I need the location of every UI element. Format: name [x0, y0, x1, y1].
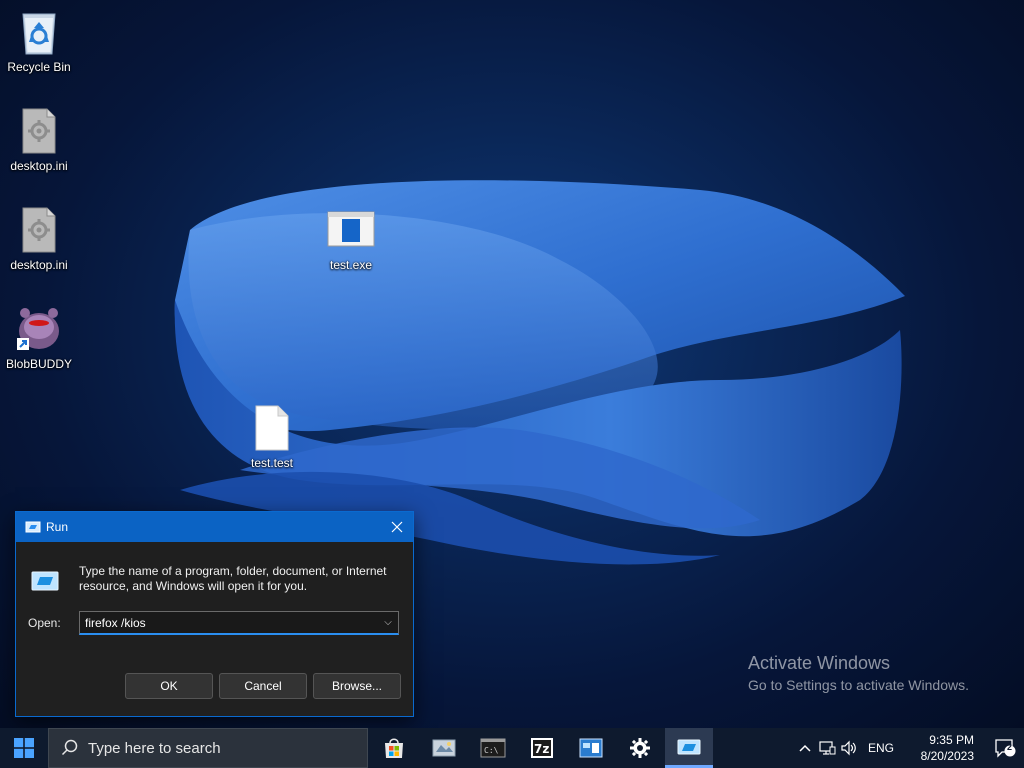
- close-button[interactable]: [381, 512, 413, 542]
- desktop-icon-test-exe[interactable]: test.exe: [313, 206, 389, 272]
- taskbar-app-run[interactable]: [665, 728, 713, 768]
- run-icon: [25, 521, 41, 533]
- desktop-icon-label: Recycle Bin: [7, 60, 71, 74]
- control-panel-icon: [579, 738, 603, 758]
- run-description: Type the name of a program, folder, docu…: [79, 564, 387, 593]
- browse-button[interactable]: Browse...: [313, 673, 401, 699]
- run-icon: [677, 739, 701, 754]
- 7zip-icon: 7z: [531, 738, 553, 758]
- taskbar-app-7zip[interactable]: 7z: [518, 728, 566, 768]
- desktop-icon-label: desktop.ini: [10, 258, 68, 272]
- settings-icon: [630, 738, 650, 758]
- system-tray: ENG 9:35 PM 8/20/2023 2: [794, 728, 1024, 768]
- desktop-icon-desktop-ini-1[interactable]: desktop.ini: [1, 107, 77, 173]
- taskbar-app-settings[interactable]: [616, 728, 664, 768]
- taskbar-app-store[interactable]: [370, 728, 418, 768]
- desktop-icon-desktop-ini-2[interactable]: desktop.ini: [1, 206, 77, 272]
- store-icon: [385, 738, 403, 758]
- dropdown-button[interactable]: ⌵: [378, 612, 398, 633]
- notification-icon: [995, 739, 1016, 758]
- desktop-icon-label: BlobBUDDY: [5, 357, 73, 371]
- desktop-icon-label: test.test: [250, 456, 294, 470]
- desktop-icon-label: desktop.ini: [10, 159, 68, 173]
- run-titlebar[interactable]: Run: [16, 512, 413, 542]
- activate-subtitle: Go to Settings to activate Windows.: [748, 677, 969, 693]
- input-language-indicator[interactable]: ENG: [868, 741, 894, 755]
- desktop-icon-blobbuddy[interactable]: BlobBUDDY: [1, 305, 77, 371]
- blobbuddy-shortcut-icon: [15, 305, 63, 353]
- windows-logo-icon: [14, 738, 34, 758]
- taskbar: Type here to search C:\ 7z ENG 9:35 PM 8…: [0, 728, 1024, 768]
- taskbar-app-cmd[interactable]: C:\: [469, 728, 517, 768]
- show-hidden-icons-button[interactable]: [794, 728, 816, 768]
- cancel-button[interactable]: Cancel: [219, 673, 307, 699]
- activate-title: Activate Windows: [748, 653, 891, 673]
- taskbar-clock[interactable]: 9:35 PM 8/20/2023: [904, 732, 974, 764]
- close-icon: [391, 521, 403, 533]
- action-center-button[interactable]: 2: [986, 728, 1024, 768]
- run-dialog: Run Type the name of a program, folder, …: [15, 511, 414, 717]
- run-program-icon: [31, 571, 59, 591]
- network-icon: [819, 741, 836, 755]
- notification-count: 2: [1007, 742, 1013, 752]
- search-icon: [61, 739, 78, 756]
- desktop-icon-test-test[interactable]: test.test: [234, 404, 310, 470]
- blank-file-icon: [248, 404, 296, 452]
- desktop-icon-label: test.exe: [329, 258, 373, 272]
- open-label: Open:: [28, 616, 61, 630]
- settings-file-icon: [15, 107, 63, 155]
- ok-button[interactable]: OK: [125, 673, 213, 699]
- file-explorer-icon: [432, 739, 456, 757]
- taskbar-app-explorer[interactable]: [420, 728, 468, 768]
- network-button[interactable]: [816, 728, 838, 768]
- recycle-bin-icon: [15, 8, 63, 56]
- taskbar-search-box[interactable]: Type here to search: [48, 728, 368, 768]
- svg-text:7z: 7z: [534, 742, 549, 756]
- chevron-up-icon: [799, 744, 811, 752]
- activate-windows-watermark: Activate Windows Go to Settings to activ…: [748, 652, 969, 695]
- desktop-icon-recycle-bin[interactable]: Recycle Bin: [1, 8, 77, 74]
- search-placeholder: Type here to search: [88, 739, 221, 757]
- clock-time: 9:35 PM: [929, 733, 974, 747]
- command-prompt-icon: C:\: [480, 738, 506, 758]
- clock-date: 8/20/2023: [920, 749, 974, 763]
- chevron-down-icon: ⌵: [384, 617, 392, 628]
- volume-icon: [841, 740, 856, 756]
- taskbar-app-control-panel[interactable]: [567, 728, 615, 768]
- open-combobox[interactable]: ⌵: [79, 611, 399, 635]
- svg-text:C:\: C:\: [484, 746, 499, 755]
- run-title: Run: [46, 520, 69, 534]
- volume-button[interactable]: [838, 728, 860, 768]
- open-input[interactable]: [80, 612, 378, 633]
- settings-file-icon: [15, 206, 63, 254]
- start-button[interactable]: [0, 728, 48, 768]
- executable-icon: [327, 206, 375, 254]
